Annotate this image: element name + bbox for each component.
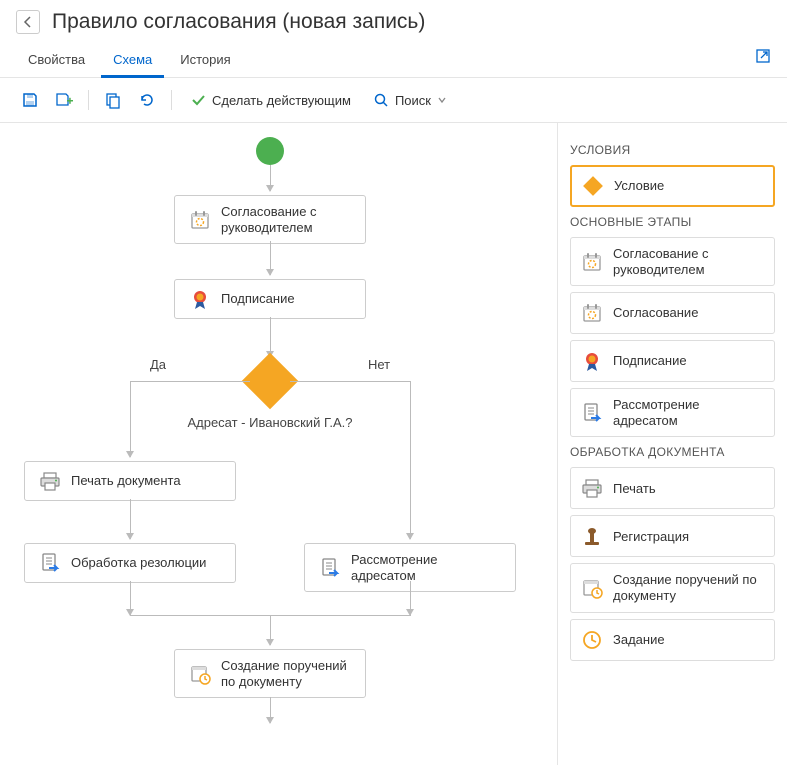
palette-label: Условие xyxy=(614,178,763,194)
node-label: Согласование с руководителем xyxy=(221,204,351,235)
palette-label: Создание поручений по документу xyxy=(613,572,764,603)
save-button[interactable] xyxy=(16,86,44,114)
stamp-icon xyxy=(581,525,603,547)
document-arrow-icon xyxy=(581,402,603,424)
make-active-button[interactable]: Сделать действующим xyxy=(182,88,359,112)
printer-icon xyxy=(581,477,603,499)
palette-condition[interactable]: Условие xyxy=(570,165,775,207)
calendar-icon xyxy=(189,209,211,231)
palette-label: Регистрация xyxy=(613,529,764,545)
separator xyxy=(88,90,89,110)
node-label: Рассмотрение адресатом xyxy=(351,552,501,583)
node-label: Печать документа xyxy=(71,473,181,489)
palette-print[interactable]: Печать xyxy=(570,467,775,509)
search-button[interactable]: Поиск xyxy=(365,88,455,112)
node-signing[interactable]: Подписание xyxy=(174,279,366,319)
node-label: Создание поручений по документу xyxy=(221,658,351,689)
popout-icon[interactable] xyxy=(755,48,771,64)
palette-task[interactable]: Задание xyxy=(570,619,775,661)
page-title: Правило согласования (новая запись) xyxy=(52,10,425,34)
palette-label: Задание xyxy=(613,632,764,648)
tab-history[interactable]: История xyxy=(168,44,242,77)
separator xyxy=(171,90,172,110)
make-active-label: Сделать действующим xyxy=(212,93,351,108)
decision-text: Адресат - Ивановский Г.А.? xyxy=(180,415,360,430)
decision-yes-label: Да xyxy=(150,357,166,372)
palette-approve-manager[interactable]: Согласование с руководителем xyxy=(570,237,775,286)
printer-icon xyxy=(39,470,61,492)
tab-properties[interactable]: Свойства xyxy=(16,44,97,77)
palette-label: Печать xyxy=(613,481,764,497)
section-doc-processing: ОБРАБОТКА ДОКУМЕНТА xyxy=(570,445,775,459)
back-button[interactable] xyxy=(16,10,40,34)
palette-review-addressee[interactable]: Рассмотрение адресатом xyxy=(570,388,775,437)
palette-label: Рассмотрение адресатом xyxy=(613,397,764,428)
node-process-resolution[interactable]: Обработка резолюции xyxy=(24,543,236,583)
medal-icon xyxy=(189,288,211,310)
palette-label: Согласование с руководителем xyxy=(613,246,764,277)
palette-sidebar: УСЛОВИЯ Условие ОСНОВНЫЕ ЭТАПЫ Согласова… xyxy=(557,123,787,765)
check-icon xyxy=(190,92,206,108)
document-arrow-icon xyxy=(39,552,61,574)
calendar-icon xyxy=(581,302,603,324)
refresh-button[interactable] xyxy=(133,86,161,114)
section-main-stages: ОСНОВНЫЕ ЭТАПЫ xyxy=(570,215,775,229)
calendar-icon xyxy=(581,251,603,273)
search-label: Поиск xyxy=(395,93,431,108)
decision-no-label: Нет xyxy=(368,357,390,372)
palette-registration[interactable]: Регистрация xyxy=(570,515,775,557)
palette-approval[interactable]: Согласование xyxy=(570,292,775,334)
diagram-canvas[interactable]: Согласование с руководителем Подписание … xyxy=(0,123,557,765)
chevron-down-icon xyxy=(437,95,447,105)
medal-icon xyxy=(581,350,603,372)
palette-label: Согласование xyxy=(613,305,764,321)
node-print-doc[interactable]: Печать документа xyxy=(24,461,236,501)
node-create-tasks[interactable]: Создание поручений по документу xyxy=(174,649,366,698)
calendar-clock-icon xyxy=(581,577,603,599)
copy-button[interactable] xyxy=(99,86,127,114)
clock-icon xyxy=(581,629,603,651)
palette-label: Подписание xyxy=(613,353,764,369)
node-approve-manager[interactable]: Согласование с руководителем xyxy=(174,195,366,244)
palette-create-tasks[interactable]: Создание поручений по документу xyxy=(570,563,775,612)
search-icon xyxy=(373,92,389,108)
node-label: Обработка резолюции xyxy=(71,555,206,571)
calendar-clock-icon xyxy=(189,663,211,685)
palette-signing[interactable]: Подписание xyxy=(570,340,775,382)
start-node[interactable] xyxy=(256,137,284,165)
save-new-button[interactable] xyxy=(50,86,78,114)
diamond-icon xyxy=(582,175,604,197)
tab-schema[interactable]: Схема xyxy=(101,44,164,78)
node-label: Подписание xyxy=(221,291,295,307)
document-arrow-icon xyxy=(319,557,341,579)
section-conditions: УСЛОВИЯ xyxy=(570,143,775,157)
